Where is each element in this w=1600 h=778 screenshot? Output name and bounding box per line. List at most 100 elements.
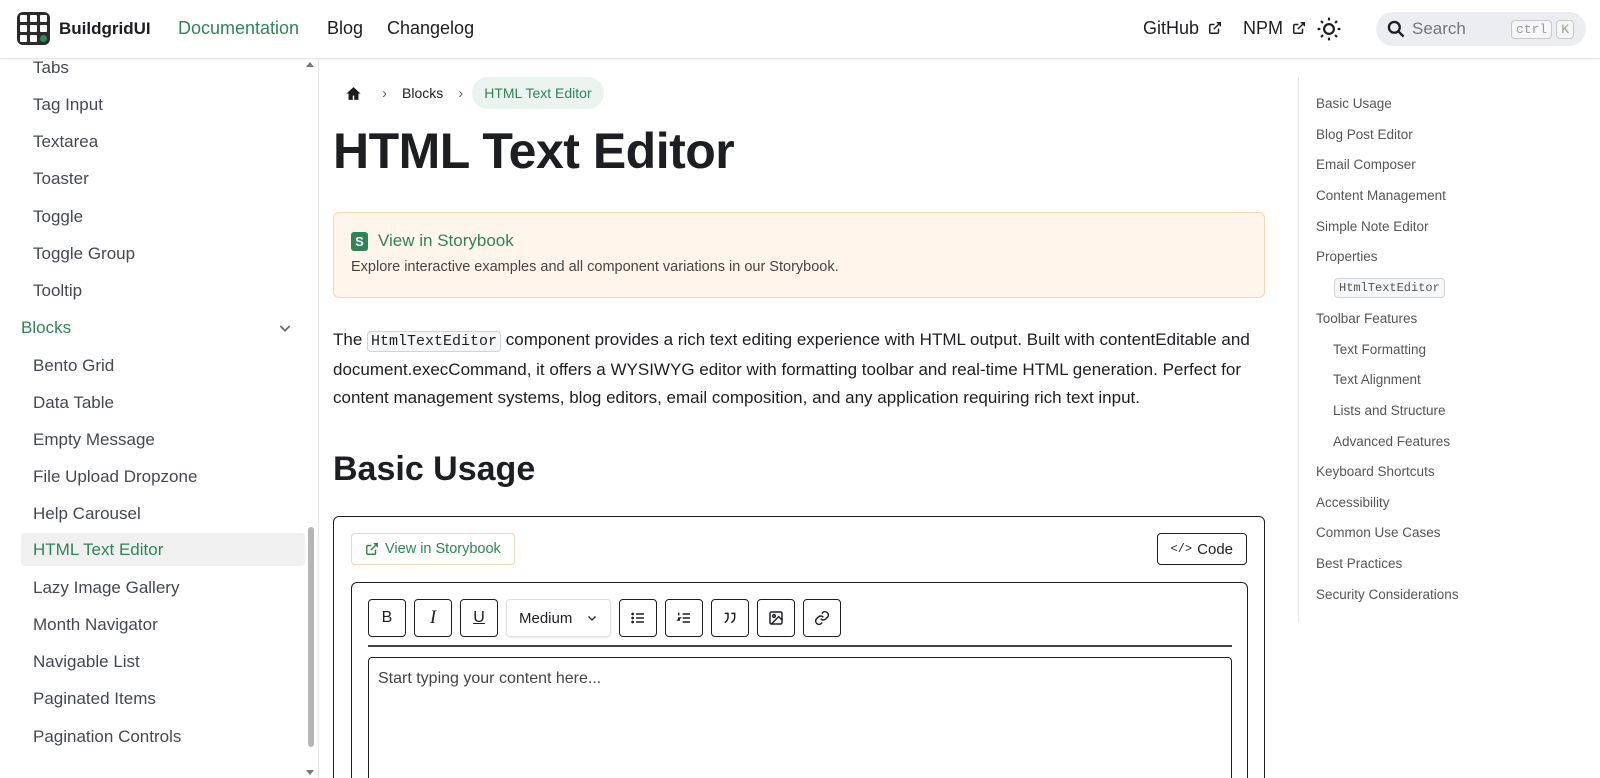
sidebar-item-html-text-editor[interactable]: HTML Text Editor	[21, 533, 305, 566]
sidebar-scrollbar[interactable]	[305, 59, 315, 778]
sidebar-item-navigable-list[interactable]: Navigable List	[33, 652, 140, 672]
external-link-icon	[366, 543, 378, 555]
sidebar-item-empty-message[interactable]: Empty Message	[33, 430, 155, 450]
breadcrumb: › Blocks › HTML Text Editor	[333, 77, 604, 109]
sidebar-item-pagination-controls[interactable]: Pagination Controls	[33, 727, 181, 747]
blockquote-button[interactable]	[711, 599, 749, 637]
underline-button[interactable]: U	[460, 599, 498, 637]
toc-item-text-alignment[interactable]: Text Alignment	[1333, 372, 1421, 387]
demo-container: View in Storybook </> Code B I U Medium	[333, 516, 1265, 778]
toc-item-lists-and-structure[interactable]: Lists and Structure	[1333, 403, 1446, 418]
nav-link-blog[interactable]: Blog	[327, 18, 363, 39]
page-title: HTML Text Editor	[333, 123, 735, 179]
sidebar-item-bento-grid[interactable]: Bento Grid	[33, 356, 114, 376]
toc-item-properties[interactable]: Properties	[1316, 249, 1378, 264]
font-size-value: Medium	[519, 609, 573, 627]
external-link-icon	[1293, 22, 1305, 34]
sidebar-item-paginated-items[interactable]: Paginated Items	[33, 689, 156, 709]
breadcrumb-home[interactable]	[333, 77, 373, 109]
sidebar-item-month-navigator[interactable]: Month Navigator	[33, 615, 158, 635]
sidebar-item-tabs[interactable]: Tabs	[33, 59, 69, 78]
editor-content-area[interactable]: Start typing your content here...	[368, 657, 1232, 778]
storybook-admonition: S View in Storybook Explore interactive …	[333, 212, 1265, 298]
brand-link[interactable]: BuildgridUI	[17, 12, 151, 45]
toc-item-keyboard-shortcuts[interactable]: Keyboard Shortcuts	[1316, 464, 1435, 479]
bullet-list-button[interactable]	[619, 599, 657, 637]
brand-name: BuildgridUI	[59, 18, 151, 38]
inline-code: HtmlTextEditor	[367, 331, 502, 352]
editor-toolbar: B I U Medium	[368, 599, 1232, 647]
toc-item-accessibility[interactable]: Accessibility	[1316, 495, 1390, 510]
numbered-list-button[interactable]	[665, 599, 703, 637]
toc-item-security-considerations[interactable]: Security Considerations	[1316, 587, 1459, 602]
italic-button[interactable]: I	[414, 599, 452, 637]
font-size-select[interactable]: Medium	[506, 599, 611, 637]
sidebar-item-toaster[interactable]: Toaster	[33, 169, 89, 189]
nav-link-changelog[interactable]: Changelog	[387, 18, 474, 39]
sidebar-category-label: Blocks	[21, 318, 72, 337]
code-toggle-button[interactable]: </> Code	[1156, 533, 1247, 565]
admonition-text: Explore interactive examples and all com…	[351, 259, 839, 275]
breadcrumb-current: HTML Text Editor	[472, 77, 604, 109]
toc-item-email-composer[interactable]: Email Composer	[1316, 157, 1416, 172]
toc-item-text-formatting[interactable]: Text Formatting	[1333, 342, 1426, 357]
storybook-icon: S	[351, 231, 368, 251]
insert-image-button[interactable]	[757, 599, 795, 637]
toc-item-best-practices[interactable]: Best Practices	[1316, 556, 1402, 571]
sidebar-item-tooltip[interactable]: Tooltip	[33, 281, 82, 301]
theme-toggle-button[interactable]	[1316, 16, 1342, 42]
breadcrumb-separator-icon: ›	[382, 84, 387, 102]
insert-link-button[interactable]	[803, 599, 841, 637]
numbered-list-icon	[676, 612, 690, 623]
bold-button[interactable]: B	[368, 599, 406, 637]
demo-storybook-link[interactable]: View in Storybook	[351, 533, 515, 565]
toc-item-content-management[interactable]: Content Management	[1316, 188, 1446, 203]
npm-label: NPM	[1243, 18, 1283, 38]
nav-link-npm[interactable]: NPM	[1243, 18, 1306, 39]
sidebar-item-help-carousel[interactable]: Help Carousel	[33, 504, 141, 524]
nav-link-documentation[interactable]: Documentation	[178, 18, 299, 39]
view-in-storybook-link[interactable]: View in Storybook	[378, 231, 514, 251]
toc-item-toolbar-features[interactable]: Toolbar Features	[1316, 311, 1417, 326]
toc-item-htmltexteditor[interactable]: HtmlTextEditor	[1334, 278, 1445, 298]
toc-item-blog-post-editor[interactable]: Blog Post Editor	[1316, 127, 1413, 142]
sidebar-item-textarea[interactable]: Textarea	[33, 132, 98, 152]
chevron-down-icon	[588, 616, 596, 621]
scroll-down-arrow-icon[interactable]	[306, 770, 314, 775]
intro-text-start: The	[333, 330, 368, 349]
sidebar-item-toggle[interactable]: Toggle	[33, 207, 83, 227]
chevron-down-icon[interactable]	[277, 320, 293, 336]
sidebar-item-toggle-group[interactable]: Toggle Group	[33, 244, 135, 264]
scroll-up-arrow-icon[interactable]	[306, 62, 314, 67]
toc-item-advanced-features[interactable]: Advanced Features	[1333, 434, 1450, 449]
external-link-icon	[1209, 22, 1222, 34]
intro-paragraph: The HtmlTextEditor component provides a …	[333, 326, 1265, 412]
sun-icon	[1317, 17, 1341, 41]
search-input[interactable]	[1412, 19, 1507, 39]
kbd-ctrl: ctrl	[1511, 19, 1553, 39]
toc-item-common-use-cases[interactable]: Common Use Cases	[1316, 525, 1441, 540]
italic-icon: I	[429, 607, 437, 628]
search-icon	[1387, 20, 1405, 38]
bullet-list-icon	[631, 612, 644, 624]
home-icon	[345, 86, 361, 100]
link-icon	[814, 610, 830, 626]
sidebar-item-file-upload-dropzone[interactable]: File Upload Dropzone	[33, 467, 197, 487]
sidebar-category-blocks[interactable]: Blocks	[21, 318, 293, 338]
nav-link-github[interactable]: GitHub	[1143, 18, 1222, 39]
sidebar-item-lazy-image-gallery[interactable]: Lazy Image Gallery	[33, 578, 179, 598]
toc-item-simple-note-editor[interactable]: Simple Note Editor	[1316, 219, 1429, 234]
html-text-editor: B I U Medium Start typing your content h…	[351, 582, 1248, 778]
breadcrumb-separator-icon: ›	[458, 84, 464, 102]
table-of-contents: Basic Usage Blog Post Editor Email Compo…	[1298, 77, 1588, 623]
section-heading-basic-usage: Basic Usage	[333, 450, 536, 488]
sidebar-item-tag-input[interactable]: Tag Input	[33, 95, 103, 115]
scrollbar-thumb[interactable]	[308, 527, 314, 747]
kbd-k: K	[1556, 19, 1575, 39]
breadcrumb-blocks[interactable]: Blocks	[396, 85, 449, 101]
sidebar-item-data-table[interactable]: Data Table	[33, 393, 114, 413]
quote-icon	[724, 612, 736, 624]
toc-item-basic-usage[interactable]: Basic Usage	[1316, 96, 1392, 111]
demo-storybook-label: View in Storybook	[385, 541, 501, 557]
search-box[interactable]: ctrl K	[1376, 12, 1586, 46]
